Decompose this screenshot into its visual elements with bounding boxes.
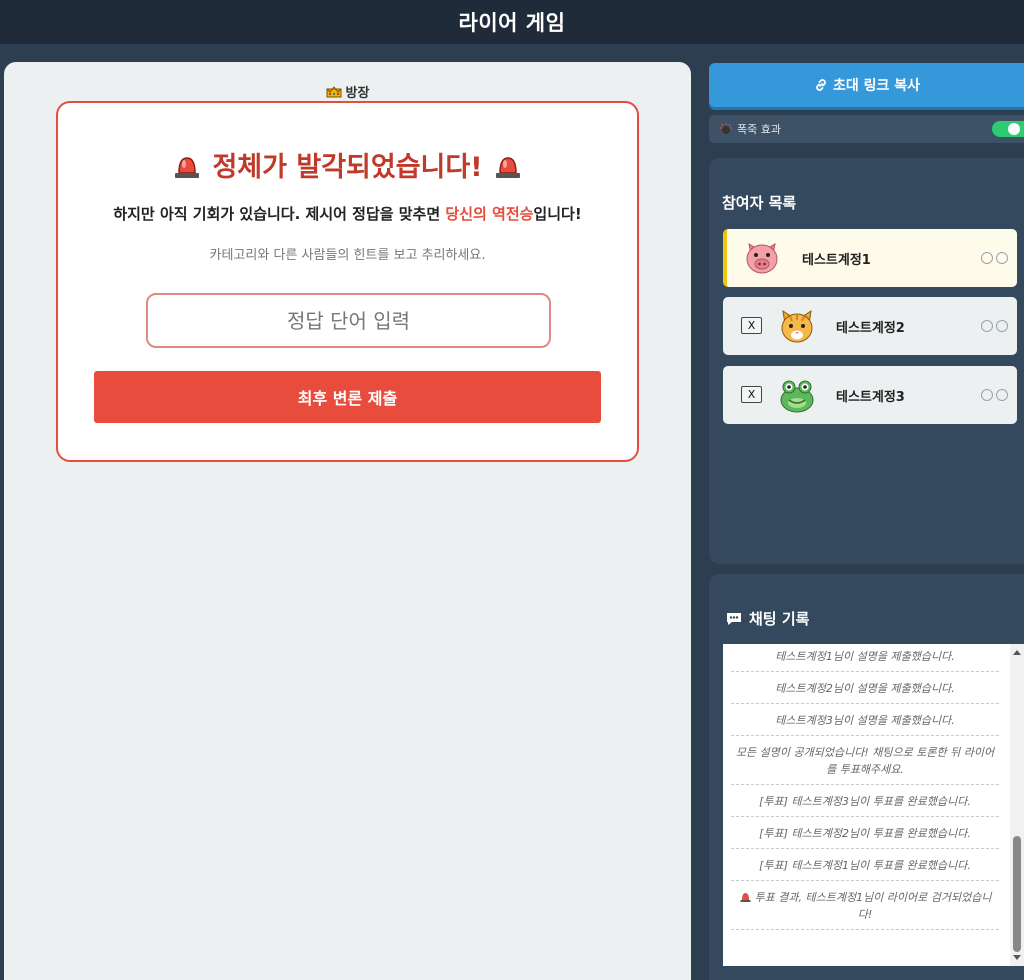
status-dot xyxy=(981,320,993,332)
scroll-thumb[interactable] xyxy=(1013,836,1021,952)
chat-bubble-icon xyxy=(727,612,741,625)
toggle-knob xyxy=(1008,123,1020,135)
chat-panel: 채팅 기록 테스트계정1님이 설명을 제출했습니다. 테스트계정2님이 설명을 … xyxy=(709,574,1024,980)
liar-caught-card: 정체가 발각되었습니다! 하지만 아직 기회가 있습니다. 제시어 정답을 맞추… xyxy=(56,101,639,462)
answer-input[interactable] xyxy=(146,293,551,348)
link-icon xyxy=(816,79,826,91)
player-status-dots xyxy=(981,320,1008,332)
player-item: X 테스트계정3 xyxy=(723,366,1017,424)
chat-message-text: 투표 결과, 테스트계정1님이 라이어로 검거되었습니다! xyxy=(754,891,992,921)
chat-message: 투표 결과, 테스트계정1님이 라이어로 검거되었습니다! xyxy=(731,881,999,930)
copy-invite-link-button[interactable]: 초대 링크 복사 xyxy=(709,63,1024,107)
effect-label: 폭죽 효과 xyxy=(737,123,781,136)
kick-player-button[interactable]: X xyxy=(741,317,762,334)
chat-message: [투표] 테스트계정3님이 투표를 완료했습니다. xyxy=(731,785,999,817)
pig-icon xyxy=(746,243,778,274)
chat-message: 테스트계정2님이 설명을 제출했습니다. xyxy=(731,672,999,704)
chat-message-list: 테스트계정1님이 설명을 제출했습니다. 테스트계정2님이 설명을 제출했습니다… xyxy=(731,644,999,930)
status-dot xyxy=(996,389,1008,401)
status-dot xyxy=(981,389,993,401)
firework-icon xyxy=(720,123,732,134)
subtitle-highlight: 당신의 역전승 xyxy=(445,205,534,223)
status-dot xyxy=(996,252,1008,264)
player-name: 테스트계정2 xyxy=(836,321,905,336)
card-title-text: 정체가 발각되었습니다! xyxy=(212,152,483,183)
fireworks-toggle[interactable] xyxy=(992,121,1024,137)
player-name: 테스트계정3 xyxy=(836,390,905,405)
chat-title: 채팅 기록 xyxy=(725,608,809,629)
scroll-up-arrow-icon[interactable] xyxy=(1013,650,1021,655)
siren-icon xyxy=(740,893,750,902)
card-subtitle: 하지만 아직 기회가 있습니다. 제시어 정답을 맞추면 당신의 역전승입니다! xyxy=(58,203,637,224)
kick-player-button[interactable]: X xyxy=(741,386,762,403)
cat-icon xyxy=(781,309,813,343)
chat-message: 테스트계정1님이 설명을 제출했습니다. xyxy=(731,644,999,672)
siren-icon xyxy=(495,157,520,178)
chat-scrollbar[interactable] xyxy=(1010,644,1024,966)
invite-label: 초대 링크 복사 xyxy=(832,78,921,94)
chat-message: 모든 설명이 공개되었습니다! 채팅으로 토론한 뒤 라이어를 투표해주세요. xyxy=(731,736,999,785)
frog-icon xyxy=(780,380,814,413)
fireworks-effect-row: 폭죽 효과 xyxy=(709,115,1024,143)
card-hint: 카테고리와 다른 사람들의 힌트를 보고 추리하세요. xyxy=(209,248,486,263)
status-dot xyxy=(996,320,1008,332)
host-label-text: 방장 xyxy=(345,86,370,101)
chat-message: [투표] 테스트계정1님이 투표를 완료했습니다. xyxy=(731,849,999,881)
status-dot xyxy=(981,252,993,264)
game-area: 방장 정체가 발각되었습니다! 하지만 아직 기회가 있습니다. 제시어 정답을… xyxy=(4,62,691,980)
subtitle-suffix: 입니다! xyxy=(533,205,582,223)
player-status-dots xyxy=(981,252,1008,264)
chat-log[interactable]: 테스트계정1님이 설명을 제출했습니다. 테스트계정2님이 설명을 제출했습니다… xyxy=(723,644,1024,966)
card-title: 정체가 발각되었습니다! xyxy=(58,145,637,184)
player-item: X 테스트계정2 xyxy=(723,297,1017,355)
app-title: 라이어 게임 xyxy=(458,11,566,35)
final-defense-submit-button[interactable]: 최후 변론 제출 xyxy=(94,371,601,423)
top-bar: 라이어 게임 xyxy=(0,0,1024,44)
chat-title-text: 채팅 기록 xyxy=(749,610,810,628)
players-title: 참여자 목록 xyxy=(722,194,797,212)
chat-message: [투표] 테스트계정2님이 투표를 완료했습니다. xyxy=(731,817,999,849)
subtitle-prefix: 하지만 아직 기회가 있습니다. 제시어 정답을 맞추면 xyxy=(113,205,446,223)
player-status-dots xyxy=(981,389,1008,401)
siren-icon xyxy=(175,157,200,178)
chat-message: 테스트계정3님이 설명을 제출했습니다. xyxy=(731,704,999,736)
players-panel: 참여자 목록 테스트계정1 X 테스트계정2 X 테스트계정3 xyxy=(709,158,1024,564)
host-label: 방장 xyxy=(4,82,691,101)
crown-icon xyxy=(326,86,342,98)
player-name: 테스트계정1 xyxy=(802,253,871,268)
scroll-down-arrow-icon[interactable] xyxy=(1013,955,1021,960)
player-item: 테스트계정1 xyxy=(723,229,1017,287)
